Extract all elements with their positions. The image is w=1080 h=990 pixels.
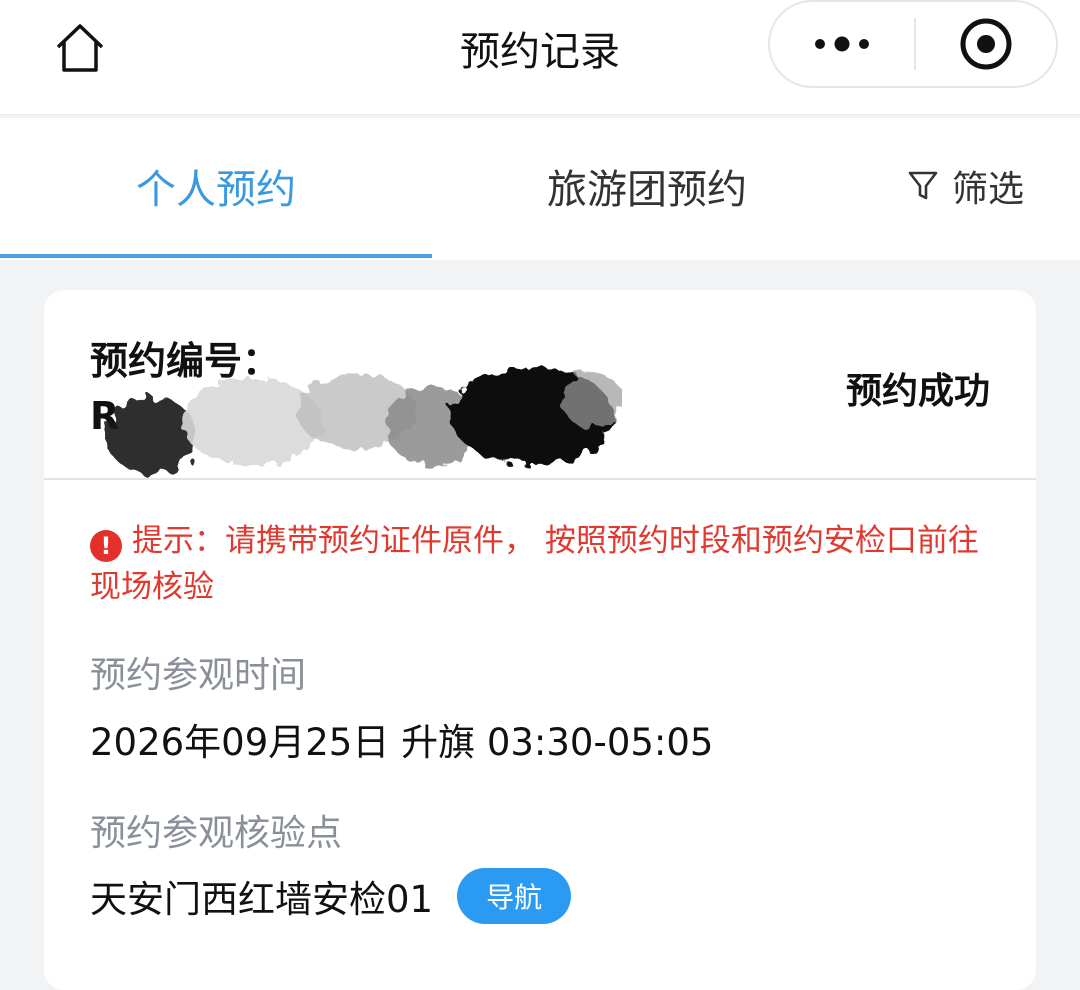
redaction-scribble	[106, 368, 622, 474]
filter-button[interactable]: 筛选	[908, 156, 1024, 216]
reservation-card[interactable]: 预约编号： R 预约成功 ! 提示：请携带预约证件原件， 按照预约时段和预约安检口…	[44, 290, 1036, 990]
filter-icon	[908, 171, 938, 200]
target-circle-icon	[960, 18, 1012, 70]
status-badge: 预约成功	[845, 371, 990, 412]
tab-bar: 个人预约 旅游团预约 筛选	[0, 118, 1080, 260]
tab-group-reservation[interactable]: 旅游团预约	[432, 118, 862, 254]
navigation-bar: 预约记录	[0, 0, 1080, 116]
visit-time-value: 2026年09月25日 升旗 03:30-05:05	[90, 721, 714, 764]
more-button[interactable]	[770, 2, 914, 86]
navigate-button[interactable]: 导航	[457, 868, 572, 924]
checkpoint-row: 天安门西红墙安检01 导航	[90, 868, 572, 924]
tab-personal-reservation[interactable]: 个人预约	[0, 118, 432, 254]
menu-capsule	[768, 0, 1058, 88]
filter-label: 筛选	[952, 169, 1025, 210]
active-tab-indicator	[0, 254, 432, 258]
page-title: 预约记录	[460, 29, 620, 75]
checkpoint-label: 预约参观核验点	[90, 813, 343, 854]
visit-time-label: 预约参观时间	[90, 655, 307, 696]
warning-icon: !	[90, 530, 122, 562]
notice-text: 提示：请携带预约证件原件， 按照预约时段和预约安检口前往现场核验	[90, 523, 979, 605]
home-button[interactable]	[50, 20, 110, 76]
more-dots-icon	[815, 36, 869, 52]
card-header: 预约编号： R 预约成功	[44, 290, 1036, 480]
close-miniprogram-button[interactable]	[916, 2, 1056, 86]
notice-message: ! 提示：请携带预约证件原件， 按照预约时段和预约安检口前往现场核验	[90, 518, 990, 610]
home-icon	[56, 24, 104, 72]
checkpoint-value: 天安门西红墙安检01	[90, 878, 434, 921]
